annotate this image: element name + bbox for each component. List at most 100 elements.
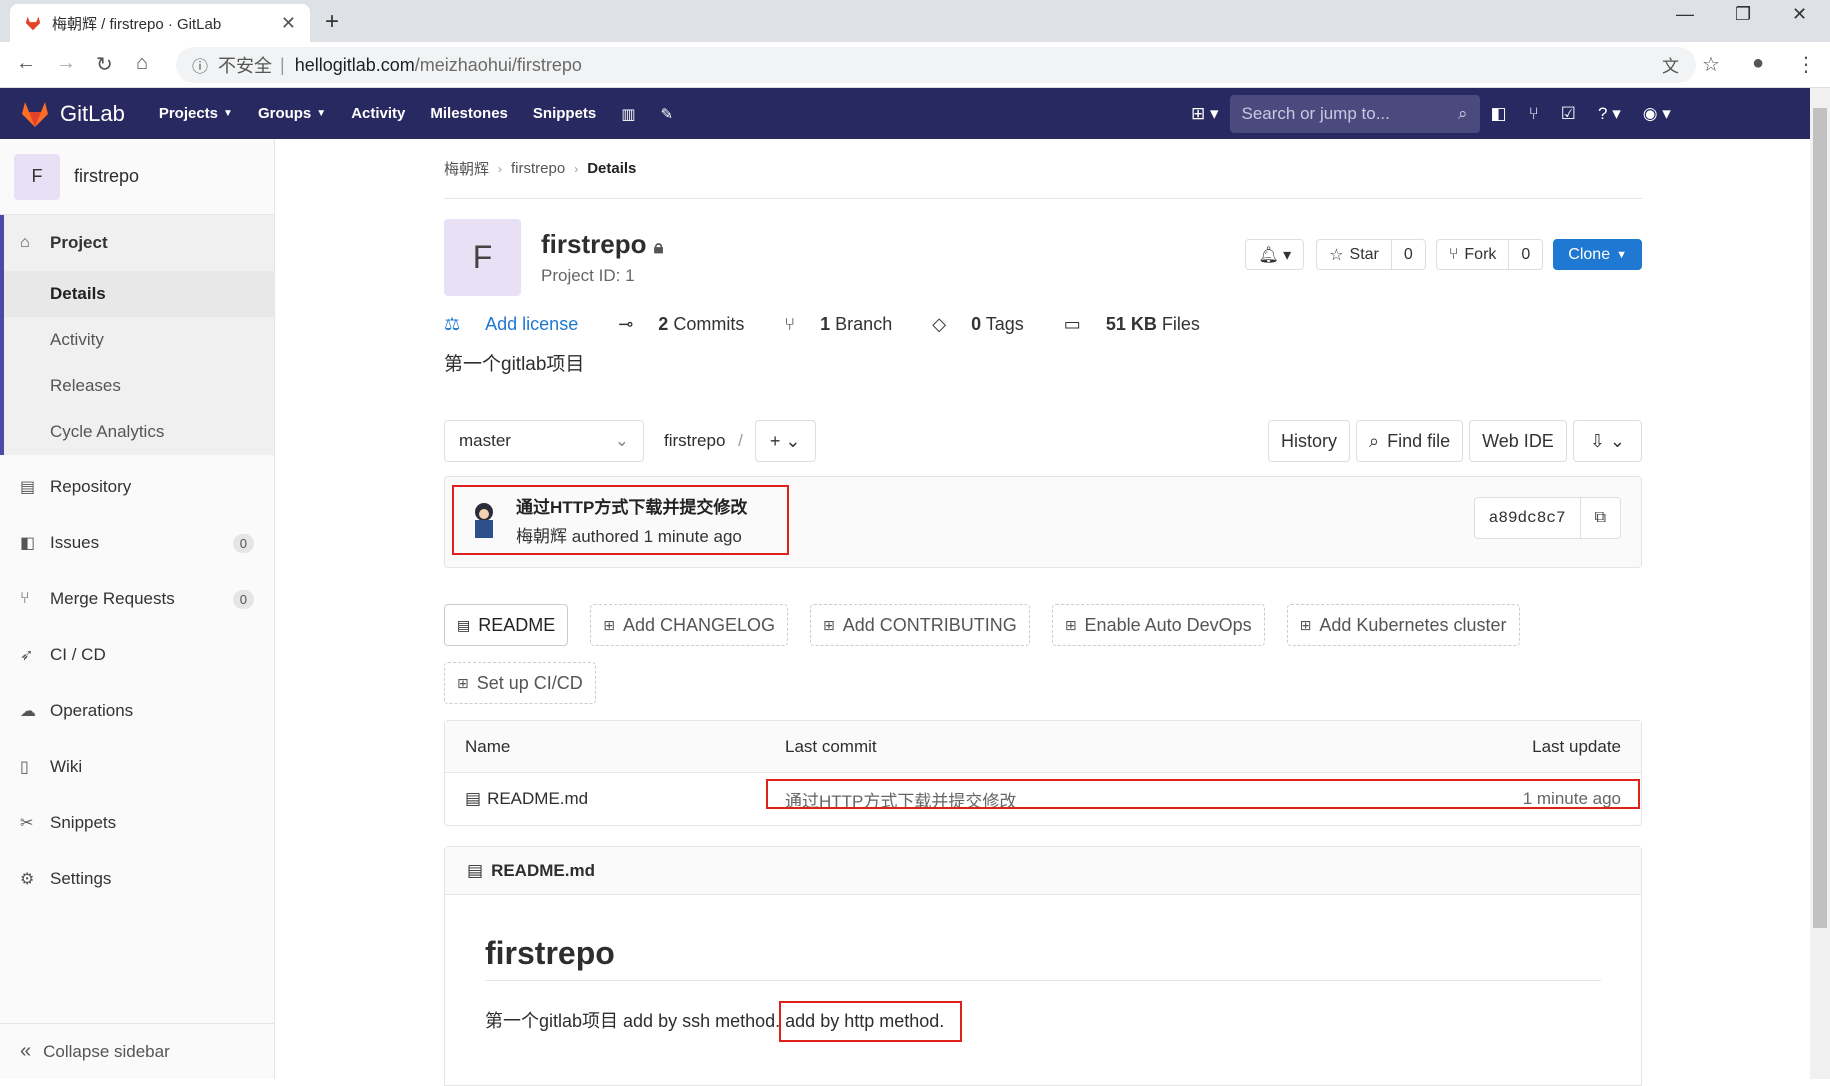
files-link[interactable]: ▭ 51 KB Files <box>1064 314 1220 335</box>
user-avatar-icon[interactable]: ◉ ▾ <box>1643 104 1671 124</box>
project-sidebar: F firstrepo ⌂ Project Details Activity R… <box>0 139 275 1079</box>
new-item-icon[interactable]: ⊞ ▾ <box>1191 104 1219 124</box>
clone-button[interactable]: Clone ▼ <box>1553 239 1642 270</box>
todos-icon[interactable]: ☑ <box>1561 104 1576 124</box>
back-icon[interactable]: ← <box>16 52 36 75</box>
reload-icon[interactable]: ↻ <box>96 52 113 77</box>
sidebar-sub-details[interactable]: Details <box>4 271 274 317</box>
menu-milestones[interactable]: Milestones <box>430 105 508 123</box>
issues-nav-icon[interactable]: ◧ <box>1491 104 1507 124</box>
star-label: Star <box>1349 245 1379 263</box>
minimize-icon[interactable]: — <box>1676 4 1694 25</box>
address-bar[interactable]: ⓘ 不安全 | hellogitlab.com /meizhaohui/firs… <box>176 47 1696 83</box>
readme-title: firstrepo <box>485 935 1601 981</box>
sidebar-item-snippets[interactable]: ✂ Snippets <box>0 795 274 851</box>
search-input[interactable]: Search or jump to... ⌕ <box>1229 94 1480 133</box>
bookmark-star-icon[interactable]: ☆ <box>1702 52 1720 77</box>
commit-sha[interactable]: a89dc8c7 <box>1475 498 1580 538</box>
sidebar-item-label: Snippets <box>50 813 117 832</box>
setup-ci-cd-button[interactable]: ⊞ Set up CI/CD <box>444 662 596 704</box>
star-count[interactable]: 0 <box>1390 240 1425 269</box>
readme-body: firstrepo 第一个gitlab项目 add by ssh method.… <box>445 895 1641 1042</box>
gitlab-logo[interactable]: GitLab <box>20 100 125 128</box>
readme-button[interactable]: ▤ README <box>444 604 569 646</box>
sidebar-item-label: CI / CD <box>50 645 106 664</box>
fork-count[interactable]: 0 <box>1508 240 1542 269</box>
menu-groups[interactable]: Groups ▼ <box>258 105 326 123</box>
scrollbar-thumb[interactable] <box>1813 108 1827 928</box>
add-license-link[interactable]: ⚖ Add license <box>444 314 598 335</box>
menu-activity[interactable]: Activity <box>351 105 405 123</box>
sidebar-item-ci-cd[interactable]: ➶ CI / CD <box>0 627 274 683</box>
header-last-commit: Last commit <box>785 736 877 756</box>
chart-icon[interactable]: ▥ <box>621 105 635 123</box>
add-kubernetes-cluster-button[interactable]: ⊞ Add Kubernetes cluster <box>1286 604 1520 646</box>
readme-filename[interactable]: README.md <box>491 861 595 881</box>
sidebar-item-issues[interactable]: ◧ Issues 0 <box>0 515 274 571</box>
fork-label: Fork <box>1464 245 1497 263</box>
star-button[interactable]: ☆ Star 0 <box>1316 239 1426 270</box>
new-tab-icon[interactable]: + <box>325 8 339 36</box>
browser-menu-icon[interactable]: ⋮ <box>1796 52 1816 77</box>
download-dropdown[interactable]: ⇩ ⌄ <box>1572 420 1642 462</box>
copy-icon[interactable]: ⧉ <box>1579 498 1620 538</box>
header-name: Name <box>465 736 511 756</box>
branches-link[interactable]: ⑂ 1 Branch <box>784 314 912 335</box>
sidebar-sub-activity[interactable]: Activity <box>4 317 274 363</box>
sidebar-item-project[interactable]: ⌂ Project <box>4 215 274 271</box>
menu-snippets[interactable]: Snippets <box>533 105 596 123</box>
repo-toolbar-right: History ⌕ Find file Web IDE ⇩ ⌄ <box>1262 420 1642 462</box>
add-file-dropdown[interactable]: + ⌄ <box>754 420 816 462</box>
notification-dropdown[interactable]: 🔔︎ ▾ <box>1245 239 1305 270</box>
merge-requests-nav-icon[interactable]: ⑂ <box>1529 104 1539 124</box>
window-close-icon[interactable]: ✕ <box>1792 4 1807 25</box>
sidebar-item-merge-requests[interactable]: ⑂ Merge Requests 0 <box>0 571 274 627</box>
project-name: firstrepo <box>541 229 647 259</box>
history-button[interactable]: History <box>1267 420 1350 462</box>
repo-toolbar: master ⌄ firstrepo / + ⌄ History ⌕ Find fi… <box>444 420 1642 462</box>
breadcrumb-project[interactable]: firstrepo <box>511 160 565 177</box>
menu-projects[interactable]: Projects ▼ <box>159 105 233 123</box>
page-scrollbar[interactable] <box>1810 88 1830 1079</box>
tags-count: 0 <box>971 314 982 334</box>
breadcrumb-namespace[interactable]: 梅朝辉 <box>444 158 489 179</box>
sidebar-item-wiki[interactable]: ▯ Wiki <box>0 739 274 795</box>
tags-link[interactable]: ◇ 0 Tags <box>932 314 1044 335</box>
sidebar-item-operations[interactable]: ☁ Operations <box>0 683 274 739</box>
commit-meta: 梅朝辉 authored 1 minute ago <box>516 522 747 547</box>
info-icon[interactable]: ⓘ <box>192 53 208 77</box>
translate-icon[interactable]: 文 <box>1662 52 1679 77</box>
count-badge: 0 <box>232 589 254 609</box>
count-badge: 0 <box>232 533 254 553</box>
forward-icon[interactable]: → <box>56 52 76 75</box>
branch-select-value: master <box>459 431 511 450</box>
commit-author[interactable]: 梅朝辉 <box>516 527 567 546</box>
sidebar-item-repository[interactable]: ▤ Repository <box>0 459 274 515</box>
file-name-link[interactable]: ▤ README.md <box>465 789 588 809</box>
enable-auto-devops-button[interactable]: ⊞ Enable Auto DevOps <box>1051 604 1265 646</box>
help-icon[interactable]: ? ▾ <box>1598 104 1621 124</box>
sidebar-project-header[interactable]: F firstrepo <box>0 139 274 215</box>
find-file-button[interactable]: ⌕ Find file <box>1356 420 1464 462</box>
commit-title[interactable]: 通过HTTP方式下载并提交修改 <box>516 493 747 518</box>
sidebar-sub-cycle-analytics[interactable]: Cycle Analytics <box>4 409 274 455</box>
profile-icon[interactable]: ● <box>1752 52 1764 75</box>
restore-icon[interactable]: ❐ <box>1735 4 1751 25</box>
sidebar-item-settings[interactable]: ⚙ Settings <box>0 851 274 907</box>
web-ide-button[interactable]: Web IDE <box>1469 420 1567 462</box>
branch-count: 1 <box>820 314 831 334</box>
branch-select[interactable]: master ⌄ <box>444 420 644 462</box>
collapse-sidebar-button[interactable]: « Collapse sidebar <box>0 1023 274 1079</box>
author-avatar[interactable] <box>466 500 502 540</box>
add-changelog-button[interactable]: ⊞ Add CHANGELOG <box>590 604 789 646</box>
commits-link[interactable]: ⊸ 2 Commits <box>618 314 764 335</box>
double-chevron-left-icon: « <box>20 1040 32 1062</box>
sidebar-sub-releases[interactable]: Releases <box>4 363 274 409</box>
add-contributing-button[interactable]: ⊞ Add CONTRIBUTING <box>810 604 1030 646</box>
fork-button[interactable]: ⑂ Fork 0 <box>1435 239 1544 270</box>
wrench-icon[interactable]: ✎ <box>660 105 673 123</box>
plus-square-icon: ⊞ <box>1299 616 1312 633</box>
home-icon[interactable]: ⌂ <box>136 52 148 75</box>
tab-close-icon[interactable]: ✕ <box>281 13 296 34</box>
browser-tab[interactable]: 梅朝辉 / firstrepo · GitLab ✕ <box>10 4 310 42</box>
